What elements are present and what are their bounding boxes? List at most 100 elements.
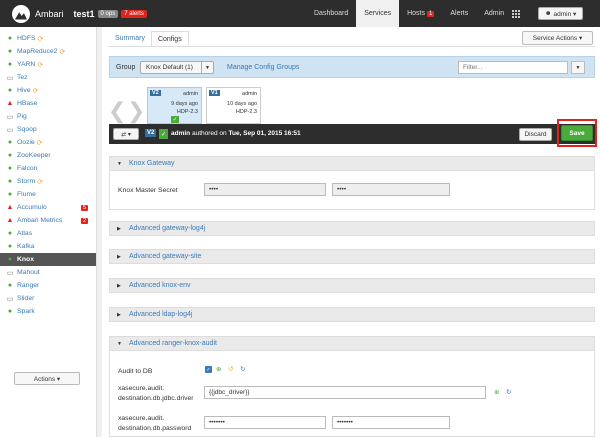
tab-configs[interactable]: Configs	[150, 31, 189, 47]
discard-button[interactable]: Discard	[519, 128, 552, 141]
sidebar-item-accumulo[interactable]: ▲ Accumulo 5	[0, 201, 96, 214]
sidebar-item-knox[interactable]: ● Knox	[0, 253, 96, 266]
sidebar-item-zookeeper[interactable]: ● ZooKeeper	[0, 149, 96, 162]
save-button[interactable]: Save	[561, 125, 593, 141]
status-ok-icon: ●	[7, 61, 13, 68]
section-knox-gateway-header[interactable]: ▼ Knox Gateway	[109, 156, 595, 171]
status-ok-icon: ●	[7, 87, 13, 94]
alert-count-badge: 5	[80, 204, 88, 211]
db-password-confirm-field[interactable]: •••••••	[332, 416, 450, 429]
sidebar-item-pig[interactable]: ▭ Pig	[0, 110, 96, 123]
sidebar-item-label: HDFS	[17, 35, 36, 42]
version-stack: HDP-2.3	[235, 109, 257, 115]
override-icon[interactable]: ⊕	[494, 388, 499, 396]
sidebar-item-label: Ambari Metrics	[17, 217, 63, 224]
manage-config-groups-link[interactable]: Manage Config Groups	[227, 64, 299, 71]
version-box-v2[interactable]: V2 admin 9 days ago HDP-2.3 ✓	[147, 87, 202, 124]
cluster-name[interactable]: test1	[74, 9, 95, 19]
audit-to-db-checkbox[interactable]: ✓	[205, 366, 212, 373]
section-knox-env-header[interactable]: ▶ Advanced knox-env	[109, 278, 595, 293]
sidebar-item-storm[interactable]: ● Storm ⟳	[0, 175, 96, 188]
sidebar-item-tez[interactable]: ▭ Tez	[0, 71, 96, 84]
refresh-icon[interactable]: ↻	[506, 388, 511, 396]
override-icon[interactable]: ⊕	[216, 365, 221, 373]
sidebar-item-spark[interactable]: ● Spark	[0, 305, 96, 318]
current-version-tag: V2	[145, 129, 157, 137]
version-box-v1[interactable]: V1 admin 10 days ago HDP-2.3	[206, 87, 261, 124]
sidebar-item-hdfs[interactable]: ● HDFS ⟳	[0, 32, 96, 45]
ops-badge[interactable]: 0 ops	[97, 9, 119, 18]
chevron-right-icon[interactable]: ❯	[127, 99, 145, 124]
refresh-icon[interactable]: ↻	[240, 365, 245, 373]
user-menu-button[interactable]: ☻ admin ▾	[538, 7, 583, 20]
sidebar-item-ambari-metrics[interactable]: ▲ Ambari Metrics 2	[0, 214, 96, 227]
status-ok-icon: ●	[7, 48, 13, 55]
views-grid-icon[interactable]	[512, 10, 520, 18]
restart-required-icon: ⟳	[37, 178, 44, 186]
actions-button[interactable]: Actions ▾	[14, 372, 80, 385]
service-tabs: Summary Configs	[109, 31, 189, 47]
sidebar-item-sqoop[interactable]: ▭ Sqoop	[0, 123, 96, 136]
sidebar-item-falcon[interactable]: ● Falcon	[0, 162, 96, 175]
sidebar-item-mahout[interactable]: ▭ Mahout	[0, 266, 96, 279]
filter-caret-icon[interactable]: ▼	[571, 61, 585, 74]
sidebar-item-slider[interactable]: ▭ Slider	[0, 292, 96, 305]
section-ranger-knox-audit-header[interactable]: ▼ Advanced ranger-knox-audit	[109, 336, 595, 351]
section-gateway-log4j-header[interactable]: ▶ Advanced gateway-log4j	[109, 221, 595, 236]
audit-to-db-label: Audit to DB	[118, 368, 153, 375]
section-ranger-knox-audit-body: Audit to DB ✓ ⊕ ↺ ↻ xasecure.audit. desti…	[109, 351, 595, 437]
sidebar-item-label: Kafka	[17, 243, 35, 250]
sidebar-item-label: Atlas	[17, 230, 33, 237]
brand-name[interactable]: Ambari	[35, 9, 64, 19]
sidebar-item-oozie[interactable]: ● Oozie ⟳	[0, 136, 96, 149]
section-gateway-site-header[interactable]: ▶ Advanced gateway-site	[109, 249, 595, 264]
nav-admin[interactable]: Admin	[476, 0, 512, 27]
sidebar-item-label: Tez	[17, 74, 28, 81]
alert-count-badge: 2	[80, 217, 88, 224]
config-group-select[interactable]: Knox Default (1) ▼	[140, 61, 214, 74]
nav-services[interactable]: Services	[356, 0, 400, 27]
compare-versions-button[interactable]: ⇄ ▾	[113, 128, 139, 140]
db-password-field[interactable]: •••••••	[204, 416, 326, 429]
knox-master-secret-confirm-field[interactable]: ••••	[332, 183, 450, 196]
section-ldap-log4j-header[interactable]: ▶ Advanced ldap-log4j	[109, 307, 595, 322]
nav-hosts[interactable]: Hosts 1	[399, 0, 442, 27]
sidebar-item-label: MapReduce2	[17, 48, 58, 55]
sidebar-item-atlas[interactable]: ● Atlas	[0, 227, 96, 240]
sidebar-item-kafka[interactable]: ● Kafka	[0, 240, 96, 253]
check-icon: ✓	[159, 129, 168, 139]
sidebar-item-label: YARN	[17, 61, 36, 68]
client-icon: ▭	[6, 269, 14, 277]
tab-summary[interactable]: Summary	[109, 31, 151, 47]
nav-dashboard[interactable]: Dashboard	[306, 0, 356, 27]
caret-down-icon: ▼	[201, 62, 213, 73]
restart-required-icon: ⟳	[37, 35, 44, 43]
sidebar-item-flume[interactable]: ● Flume	[0, 188, 96, 201]
ambari-logo-icon[interactable]	[12, 4, 30, 23]
sidebar-item-hbase[interactable]: ▲ HBase	[0, 97, 96, 110]
jdbc-driver-input[interactable]: {{jdbc_driver}}	[204, 386, 486, 399]
undo-icon[interactable]: ↺	[228, 365, 233, 373]
sidebar-item-mapreduce2[interactable]: ● MapReduce2 ⟳	[0, 45, 96, 58]
filter-input[interactable]	[458, 61, 568, 74]
db-password-label-line1: xasecure.audit.	[118, 415, 165, 422]
chevron-left-icon[interactable]: ❮	[108, 99, 126, 124]
nav-alerts[interactable]: Alerts	[442, 0, 476, 27]
knox-master-secret-label: Knox Master Secret	[118, 187, 178, 194]
service-actions-button[interactable]: Service Actions ▾	[522, 31, 593, 45]
version-author-line: admin authored on Tue, Sep 01, 2015 16:5…	[171, 130, 301, 137]
caret-down-icon: ▼	[117, 160, 122, 167]
status-ok-icon: ●	[7, 308, 13, 315]
config-group-bar: Group Knox Default (1) ▼ Manage Config G…	[109, 56, 595, 78]
sidebar-item-hive[interactable]: ● Hive ⟳	[0, 84, 96, 97]
sidebar-item-ranger[interactable]: ● Ranger	[0, 279, 96, 292]
sidebar-item-label: HBase	[17, 100, 38, 107]
caret-right-icon: ▶	[117, 282, 121, 289]
alerts-badge[interactable]: 7 alerts	[121, 9, 147, 18]
section-knox-gateway-body: Knox Master Secret •••• ••••	[109, 171, 595, 210]
version-time: 9 days ago	[171, 101, 198, 107]
sidebar-item-label: Storm	[17, 178, 36, 185]
sidebar-item-yarn[interactable]: ● YARN ⟳	[0, 58, 96, 71]
restart-required-icon: ⟳	[37, 61, 44, 69]
knox-master-secret-field[interactable]: ••••	[204, 183, 326, 196]
